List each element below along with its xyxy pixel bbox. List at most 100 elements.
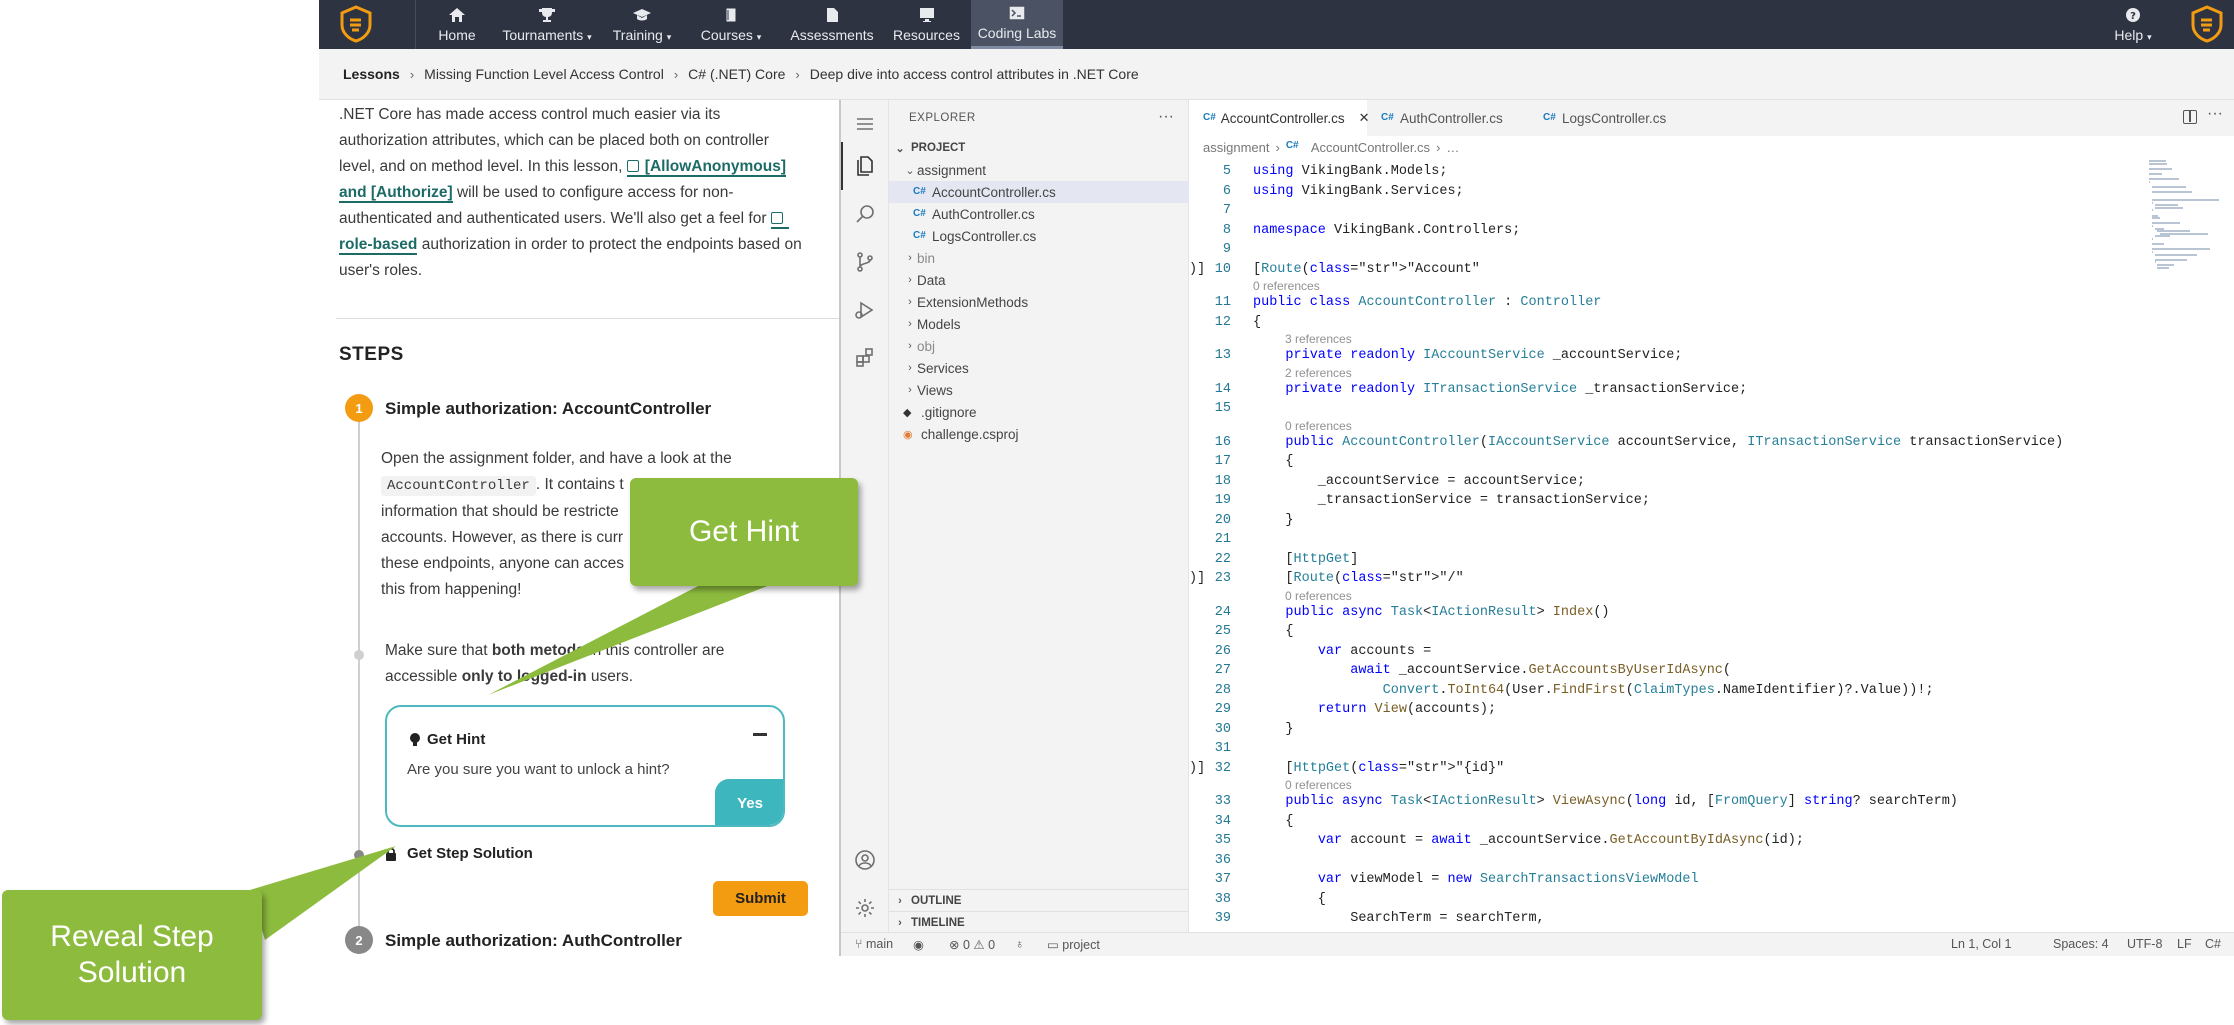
minimap-line	[2151, 186, 2187, 188]
hint-yes-button[interactable]: Yes	[715, 779, 783, 825]
account-icon[interactable]	[853, 848, 877, 872]
line-number: 12	[1214, 314, 1231, 330]
csharp-file-icon: C#	[913, 208, 926, 219]
line-number: 22	[1214, 551, 1231, 567]
live-share-icon[interactable]: ◉	[913, 937, 924, 952]
get-step-solution-label: Get Step Solution	[407, 845, 533, 862]
encoding-status[interactable]: UTF-8	[2127, 937, 2162, 951]
settings-gear-icon[interactable]	[853, 896, 877, 920]
csharp-file-icon: C#	[1543, 112, 1556, 123]
minimap-line	[2151, 251, 2153, 253]
code-text: Convert.ToInt64(User.FindFirst(ClaimType…	[1382, 682, 1934, 698]
nav-training[interactable]: Training ▾	[607, 0, 677, 49]
breadcrumb-item[interactable]: Missing Function Level Access Control	[424, 66, 664, 82]
file-tree-item[interactable]: ◆ .gitignore	[889, 401, 1189, 423]
minimap-line	[2149, 173, 2162, 175]
code-text: [HttpGet]	[1253, 551, 1359, 567]
code-text: [Route(class="str">"/"	[1253, 571, 1464, 586]
nav-help[interactable]: ? Help ▾	[2105, 0, 2161, 49]
hint-title: Get Hint	[409, 731, 485, 748]
breadcrumb-item[interactable]: C# (.NET) Core	[688, 66, 785, 82]
breadcrumb-item[interactable]: Deep dive into access control attributes…	[810, 66, 1139, 82]
editor-breadcrumb-item[interactable]: …	[1446, 140, 1459, 155]
line-number: 6	[1222, 183, 1231, 199]
file-tree-item[interactable]: ◉ challenge.csproj	[889, 423, 1189, 445]
branch-status[interactable]: ⑂ main	[855, 937, 893, 951]
nav-tournaments[interactable]: Tournaments ▾	[502, 0, 592, 49]
nav-coding-labs[interactable]: Coding Labs	[971, 0, 1063, 49]
file-tree-item[interactable]: C# AuthController.cs	[889, 203, 1189, 225]
explorer-sidebar: EXPLORER ··· ⌄ PROJECT ⌄ assignment C# Accou…	[889, 100, 1189, 932]
problems-status[interactable]: ⊗ 0 ⚠ 0	[949, 937, 995, 952]
file-tree-item[interactable]: › obj	[889, 335, 1189, 357]
chevron-down-icon: ▾	[756, 31, 762, 42]
get-step-solution[interactable]: Get Step Solution	[385, 845, 533, 862]
code-text: return View(accounts);	[1317, 702, 1497, 717]
more-actions-icon[interactable]: ···	[2207, 105, 2223, 123]
menu-icon[interactable]	[853, 112, 877, 136]
file-tree-item[interactable]: C# LogsController.cs	[889, 225, 1189, 247]
timeline-dot	[354, 650, 364, 660]
chevron-down-icon: ▾	[587, 31, 592, 42]
code-text: SearchTerm = searchTerm,	[1253, 911, 1545, 926]
nav-assessments[interactable]: Assessments	[787, 0, 877, 49]
submit-button[interactable]: Submit	[713, 881, 808, 916]
nav-home[interactable]: Home	[427, 0, 487, 49]
outline-section-header[interactable]: › OUTLINE	[889, 889, 1189, 911]
tab-logs-controller[interactable]: C# LogsController.cs	[1529, 100, 1691, 136]
editor-breadcrumb-item[interactable]: AccountController.cs	[1311, 140, 1430, 155]
file-tree-item[interactable]: ⌄ assignment	[889, 159, 1189, 181]
minimap-line	[2151, 209, 2153, 212]
file-tree-label: Services	[917, 360, 969, 376]
source-control-icon[interactable]	[853, 250, 877, 274]
minimap-line	[2149, 167, 2173, 170]
folder-status[interactable]: ▭ project	[1047, 937, 1100, 952]
breadcrumb-lessons[interactable]: Lessons	[343, 66, 400, 82]
csharp-file-icon: C#	[1381, 112, 1394, 123]
file-tree-item[interactable]: › Views	[889, 379, 1189, 401]
port-icon[interactable]: ♁	[1015, 937, 1024, 951]
cursor-position[interactable]: Ln 1, Col 1	[1951, 937, 2011, 951]
file-tree-item[interactable]: C# AccountController.cs	[889, 181, 1189, 203]
csharp-file-icon: C#	[1203, 112, 1216, 123]
explorer-icon[interactable]	[853, 154, 877, 178]
project-section-header[interactable]: ⌄ PROJECT	[889, 137, 1189, 159]
external-link-icon	[626, 160, 639, 172]
editor-breadcrumb-item[interactable]: assignment	[1203, 140, 1269, 155]
get-hint-callout: Get Hint	[630, 478, 858, 586]
file-tree-item[interactable]: › Services	[889, 357, 1189, 379]
tab-auth-controller[interactable]: C# AuthController.cs	[1367, 100, 1529, 136]
minimize-icon[interactable]	[753, 733, 767, 736]
step-title[interactable]: Simple authorization: AuthController	[385, 931, 682, 951]
file-tree-item[interactable]: › bin	[889, 247, 1189, 269]
file-tree-label: LogsController.cs	[932, 228, 1037, 244]
chevron-right-icon: ›	[908, 384, 912, 396]
run-debug-icon[interactable]	[853, 298, 877, 322]
file-tree-item[interactable]: › Data	[889, 269, 1189, 291]
brand-logo-icon[interactable]	[339, 5, 373, 43]
file-tree-label: .gitignore	[921, 404, 977, 420]
nav-resources[interactable]: Resources	[889, 0, 964, 49]
more-actions-icon[interactable]: ···	[1158, 108, 1174, 126]
chevron-down-icon: ⌄	[895, 142, 905, 155]
eol-status[interactable]: LF	[2177, 937, 2192, 951]
tab-account-controller[interactable]: C# AccountController.cs ✕	[1189, 100, 1370, 136]
minimap[interactable]	[2149, 160, 2229, 280]
nav-help-label: Help	[2114, 26, 2144, 43]
search-icon[interactable]	[853, 202, 877, 226]
line-number: 8	[1222, 222, 1231, 238]
language-status[interactable]: C#	[2205, 937, 2221, 951]
timeline-section-header[interactable]: › TIMELINE	[889, 911, 1189, 933]
extensions-icon[interactable]	[853, 346, 877, 370]
minimap-line	[2151, 199, 2219, 201]
minimap-line	[2151, 217, 2161, 220]
file-tree-item[interactable]: › ExtensionMethods	[889, 291, 1189, 313]
step-title[interactable]: Simple authorization: AccountController	[385, 399, 711, 419]
line-number: 37	[1214, 872, 1231, 887]
nav-courses[interactable]: Courses ▾	[696, 0, 766, 49]
file-tree-item[interactable]: › Models	[889, 313, 1189, 335]
split-editor-icon[interactable]	[2183, 110, 2197, 124]
chevron-right-icon: ›	[908, 274, 912, 286]
nav-courses-label: Courses	[700, 26, 753, 43]
indentation-status[interactable]: Spaces: 4	[2053, 937, 2109, 951]
